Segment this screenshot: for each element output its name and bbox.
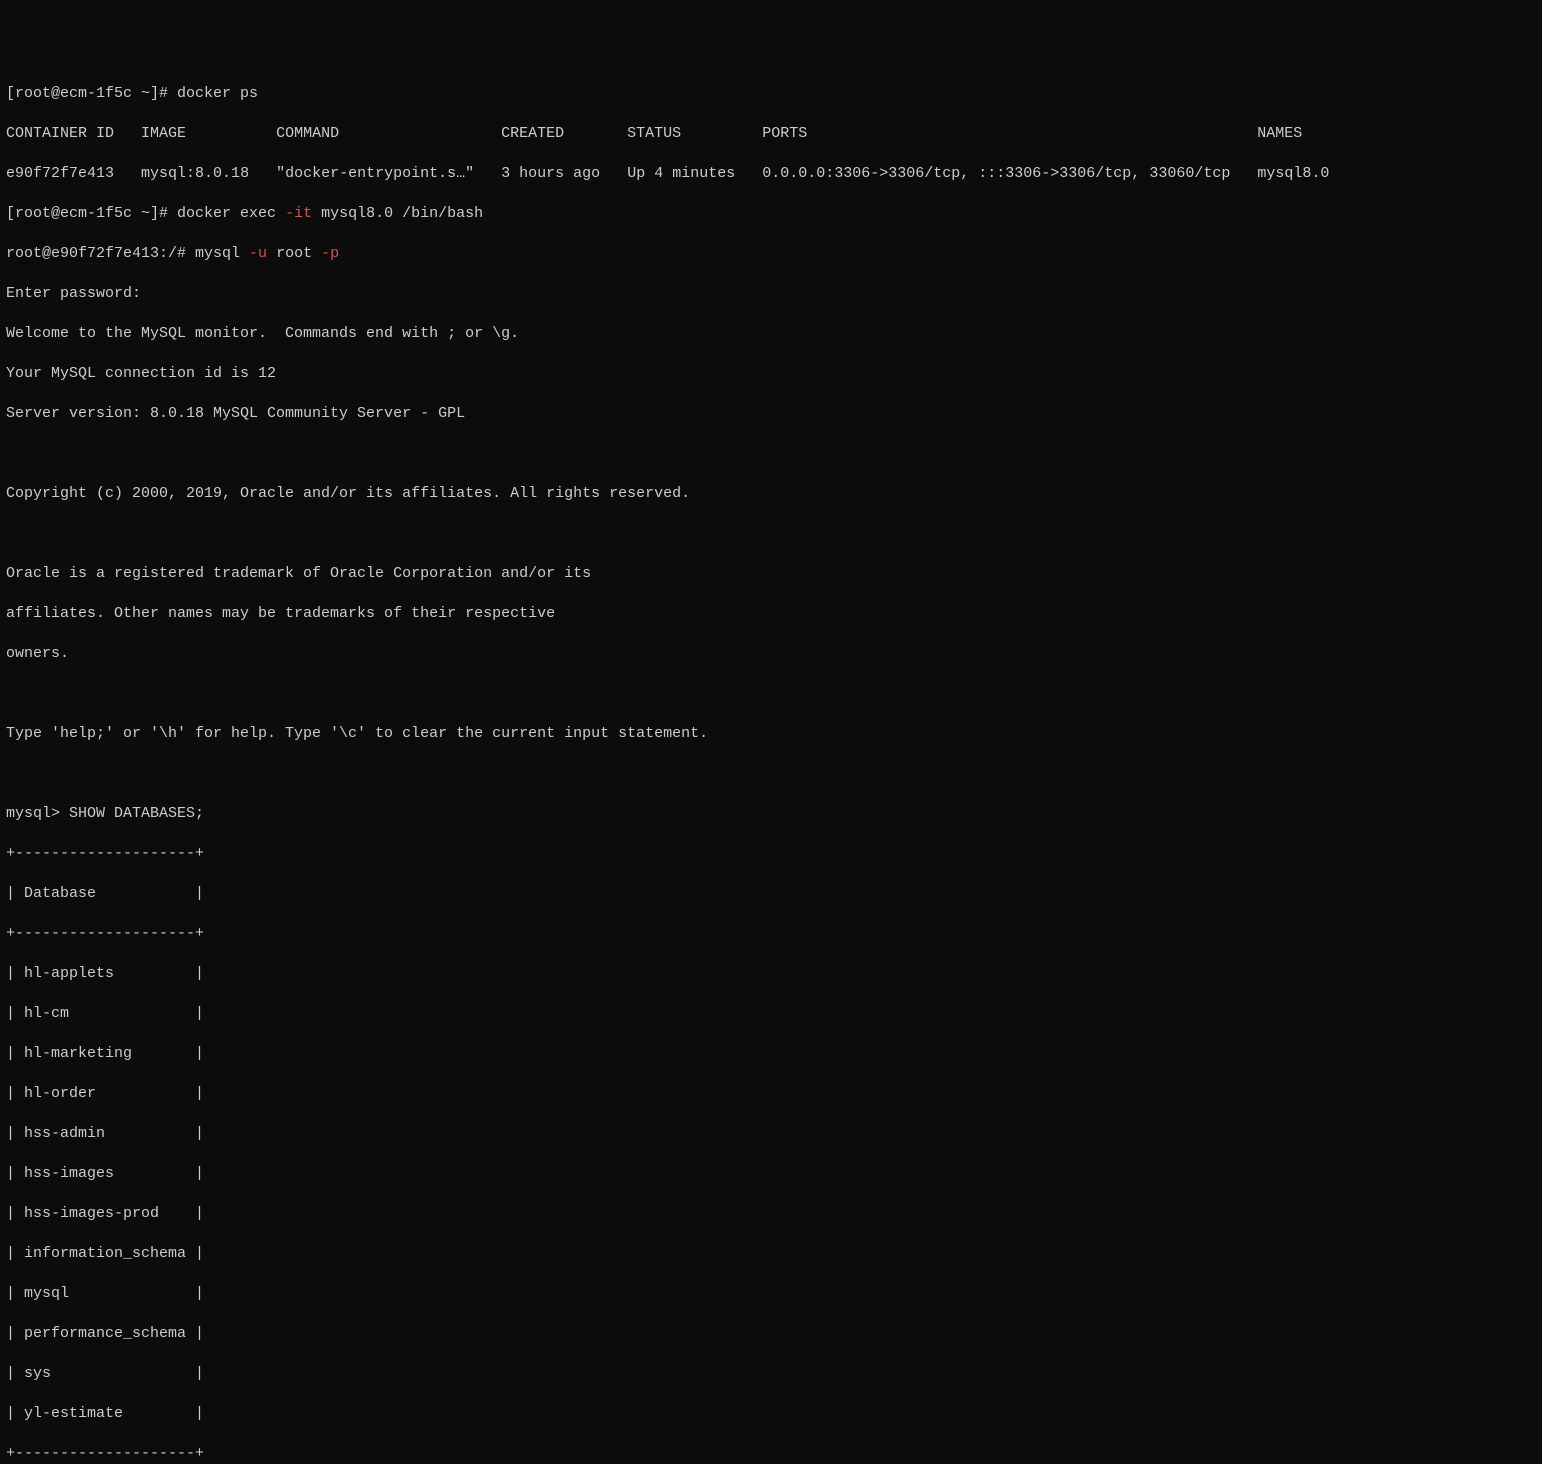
val-names: mysql8.0: [1257, 165, 1329, 182]
command-text: mysql8.0 /bin/bash: [312, 205, 483, 222]
prompt-line-2: [root@ecm-1f5c ~]# docker exec -it mysql…: [6, 204, 1536, 224]
shell-prompt: [root@ecm-1f5c ~]#: [6, 85, 177, 102]
table-divider: +--------------------+: [6, 924, 1536, 944]
prompt-line-1: [root@ecm-1f5c ~]# docker ps: [6, 84, 1536, 104]
col-ports: PORTS: [762, 125, 807, 142]
command-text: docker ps: [177, 85, 258, 102]
col-image: IMAGE: [141, 125, 186, 142]
output-line: Welcome to the MySQL monitor. Commands e…: [6, 324, 1536, 344]
blank-line: [6, 524, 1536, 544]
docker-ps-header: CONTAINER ID IMAGE COMMAND CREATED STATU…: [6, 124, 1536, 144]
docker-ps-row: e90f72f7e413 mysql:8.0.18 "docker-entryp…: [6, 164, 1536, 184]
col-command: COMMAND: [276, 125, 339, 142]
table-row: | hss-images |: [6, 1164, 1536, 1184]
shell-prompt: [root@ecm-1f5c ~]#: [6, 205, 177, 222]
table-header: | Database |: [6, 884, 1536, 904]
table-row: | hss-images-prod |: [6, 1204, 1536, 1224]
table-row: | information_schema |: [6, 1244, 1536, 1264]
val-command: "docker-entrypoint.s…": [276, 165, 474, 182]
output-line: affiliates. Other names may be trademark…: [6, 604, 1536, 624]
output-line: Type 'help;' or '\h' for help. Type '\c'…: [6, 724, 1536, 744]
output-line: Your MySQL connection id is 12: [6, 364, 1536, 384]
val-created: 3 hours ago: [501, 165, 600, 182]
val-ports: 0.0.0.0:3306->3306/tcp, :::3306->3306/tc…: [762, 165, 1230, 182]
command-text: root: [267, 245, 321, 262]
command-text: docker exec: [177, 205, 285, 222]
col-status: STATUS: [627, 125, 681, 142]
prompt-line-3: root@e90f72f7e413:/# mysql -u root -p: [6, 244, 1536, 264]
mysql-prompt-line: mysql> SHOW DATABASES;: [6, 804, 1536, 824]
blank-line: [6, 764, 1536, 784]
output-line: Enter password:: [6, 284, 1536, 304]
table-row: | hl-applets |: [6, 964, 1536, 984]
table-row: | mysql |: [6, 1284, 1536, 1304]
container-prompt: root@e90f72f7e413:/#: [6, 245, 195, 262]
table-divider: +--------------------+: [6, 1444, 1536, 1464]
table-row: | performance_schema |: [6, 1324, 1536, 1344]
blank-line: [6, 684, 1536, 704]
val-status: Up 4 minutes: [627, 165, 735, 182]
table-row: | hl-order |: [6, 1084, 1536, 1104]
table-row: | hss-admin |: [6, 1124, 1536, 1144]
output-line: Server version: 8.0.18 MySQL Community S…: [6, 404, 1536, 424]
table-row: | hl-marketing |: [6, 1044, 1536, 1064]
val-container-id: e90f72f7e413: [6, 165, 114, 182]
col-created: CREATED: [501, 125, 564, 142]
val-image: mysql:8.0.18: [141, 165, 249, 182]
output-line: owners.: [6, 644, 1536, 664]
command-text: mysql: [195, 245, 249, 262]
sql-command: SHOW DATABASES;: [69, 805, 204, 822]
flag-u: -u: [249, 245, 267, 262]
table-row: | yl-estimate |: [6, 1404, 1536, 1424]
col-container-id: CONTAINER ID: [6, 125, 114, 142]
output-line: Oracle is a registered trademark of Orac…: [6, 564, 1536, 584]
mysql-prompt: mysql>: [6, 805, 69, 822]
table-row: | sys |: [6, 1364, 1536, 1384]
output-line: Copyright (c) 2000, 2019, Oracle and/or …: [6, 484, 1536, 504]
flag-it: -it: [285, 205, 312, 222]
col-names: NAMES: [1257, 125, 1302, 142]
table-row: | hl-cm |: [6, 1004, 1536, 1024]
blank-line: [6, 444, 1536, 464]
flag-p: -p: [321, 245, 339, 262]
table-divider: +--------------------+: [6, 844, 1536, 864]
